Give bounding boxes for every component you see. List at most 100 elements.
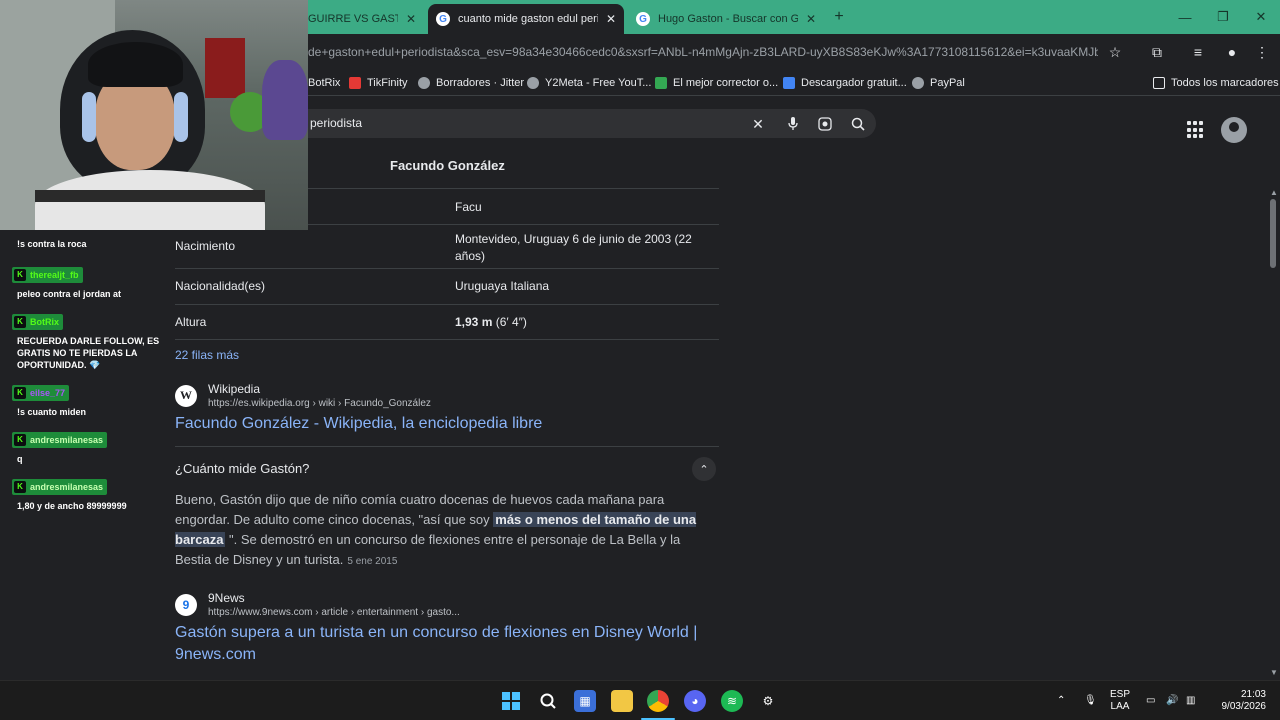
wikipedia-logo-icon: W [175,384,197,407]
close-tab-icon[interactable]: ✕ [806,12,816,26]
chat-text: RECUERDA DARLE FOLLOW, ES GRATIS NO TE P… [17,335,160,370]
battery-icon[interactable]: ▥ [1186,681,1195,720]
result-title-link[interactable]: Facundo González - Wikipedia, la enciclo… [175,413,542,435]
bookmark-label: Todos los marcadores [1171,77,1279,89]
discord-icon[interactable]: ◕ [684,690,706,712]
result-source[interactable]: 9 9News https://www.9news.com › article … [175,591,460,618]
minimize-icon[interactable]: — [1166,0,1204,34]
bookmark-botrix[interactable]: BotRix [308,75,340,91]
more-rows-link[interactable]: 22 filas más [175,348,239,362]
row-value: 1,93 m (6′ 4″) [455,314,695,331]
table-row: Nacionalidad(es) Uruguaya Italiana [175,268,719,304]
bookmark-y2meta[interactable]: Y2Meta - Free YouT... [527,75,651,91]
table-header: Facundo González [390,158,505,173]
result-source[interactable]: W Wikipedia https://es.wikipedia.org › w… [175,382,431,409]
restore-icon[interactable]: ❐ [1204,0,1242,34]
tab-guirre[interactable]: GUIRRE VS GASTÓN ✕ [300,4,424,34]
file-explorer-icon[interactable] [611,690,633,712]
corrector-icon [655,77,667,89]
windows-start-icon[interactable] [500,690,522,712]
tab-title: GUIRRE VS GASTÓN [308,13,398,25]
microphone-icon[interactable]: 🎙 [1084,681,1097,720]
layout-code: LAA [1110,701,1130,712]
height-imperial: (6′ 4″) [492,315,527,329]
table-row: Altura 1,93 m (6′ 4″) [175,304,719,340]
source-url: https://es.wikipedia.org › wiki › Facund… [208,398,431,409]
bookmark-jitter[interactable]: Borradores · Jitter [418,75,524,91]
profile-icon[interactable]: ● [1222,42,1242,62]
clock-time: 21:03 [1240,689,1266,700]
clock-date: 9/03/2026 [1221,701,1267,712]
username-text: andresmilanesas [30,434,104,445]
username-text: andresmilanesas [30,481,104,492]
all-bookmarks-folder[interactable]: Todos los marcadores [1153,75,1279,91]
globe-icon [912,77,924,89]
close-tab-icon[interactable]: ✕ [606,12,616,26]
row-value: Montevideo, Uruguay 6 de junio de 2003 (… [455,232,692,263]
chat-message: Ktherealjt_fb peleo contra el jordan at [12,264,162,300]
scrollbar-thumb[interactable] [1270,199,1276,268]
address-bar[interactable]: de+gaston+edul+periodista&sca_esv=98a34e… [308,40,1098,64]
bookmark-label: BotRix [308,77,341,89]
chat-text: !s contra la roca [17,239,87,249]
spotify-icon[interactable]: ≋ [721,690,743,712]
webcam-overlay [0,0,308,230]
language-code: ESP [1110,689,1131,700]
account-avatar[interactable] [1221,117,1247,143]
result-title-link[interactable]: Gastón supera a un turista en un concurs… [175,622,735,666]
tab-hugo-gaston[interactable]: G Hugo Gaston - Buscar con Google ✕ [628,4,824,34]
tab-active[interactable]: G cuanto mide gaston edul periodista ✕ [428,4,624,34]
media-control-icon[interactable]: ≡ [1188,42,1208,62]
chat-text: !s cuanto miden [17,406,87,417]
row-value: Uruguaya Italiana [455,279,550,293]
menu-icon[interactable]: ⋮ [1252,42,1272,62]
username-text: BotRix [30,316,59,327]
store-icon[interactable]: ▦ [574,690,596,712]
close-window-icon[interactable]: ✕ [1242,0,1280,34]
chat-username: Keilse_77 [12,384,70,401]
lens-icon[interactable] [815,114,835,134]
clear-icon[interactable]: ✕ [748,114,768,134]
clock[interactable]: 21:03 9/03/2026 [1212,681,1267,720]
chat-message: Kandresmilanesas 1,80 y de ancho 8999999… [12,476,162,512]
show-hidden-icons[interactable]: ⌃ [1057,681,1065,720]
close-tab-icon[interactable]: ✕ [406,12,416,26]
chat-username: Kandresmilanesas [12,431,108,448]
chat-message: K BotRix RECUERDA DARLE FOLLOW, ES GRATIS… [12,311,162,371]
chrome-icon[interactable] [647,690,669,712]
settings-icon[interactable]: ⚙ [757,690,779,712]
bookmark-label: Y2Meta - Free YouT... [545,77,652,89]
microphone-icon[interactable] [783,114,803,134]
search-box[interactable]: periodista ✕ [300,109,876,138]
globe-icon [418,77,430,89]
descargador-icon [783,77,795,89]
chat-username: Kandresmilanesas [12,478,108,495]
chevron-up-icon[interactable]: ⌃ [692,457,716,481]
tikfinity-icon [349,77,361,89]
search-icon[interactable] [848,114,868,134]
folder-icon [1153,77,1165,89]
chat-message: Kandresmilanesas q [12,429,162,465]
row-key: Nacionalidad(es) [175,279,266,293]
scroll-down-icon[interactable]: ▼ [1270,668,1278,677]
table-row: Nacimiento Montevideo, Uruguay 6 de juni… [175,224,719,268]
google-apps-icon[interactable] [1187,121,1205,139]
bookmark-corrector[interactable]: El mejor corrector o... [655,75,778,91]
source-name: Wikipedia [208,382,261,396]
new-tab-button[interactable]: + [828,7,850,27]
source-name: 9News [208,591,245,605]
bookmark-descargador[interactable]: Descargador gratuit... [783,75,907,91]
network-icon[interactable]: ▭ [1146,681,1155,720]
bookmark-tikfinity[interactable]: TikFinity [349,75,408,91]
extensions-icon[interactable]: ⧉ [1147,42,1167,62]
bookmark-star-icon[interactable]: ☆ [1105,42,1125,62]
volume-icon[interactable]: 🔊 [1166,681,1178,720]
row-value: Facu [455,200,482,214]
search-icon[interactable] [537,690,559,712]
bookmark-paypal[interactable]: PayPal [912,75,965,91]
taskbar: ▦ ◕ ≋ ⚙ ⌃ 🎙 ESP LAA ▭ 🔊 ▥ 21:03 9/03/202… [0,680,1280,720]
faq-question[interactable]: ¿Cuánto mide Gastón? [175,461,309,476]
language-indicator[interactable]: ESP LAA [1110,681,1130,720]
tab-title: Hugo Gaston - Buscar con Google [658,13,798,25]
scroll-up-icon[interactable]: ▲ [1270,188,1278,197]
